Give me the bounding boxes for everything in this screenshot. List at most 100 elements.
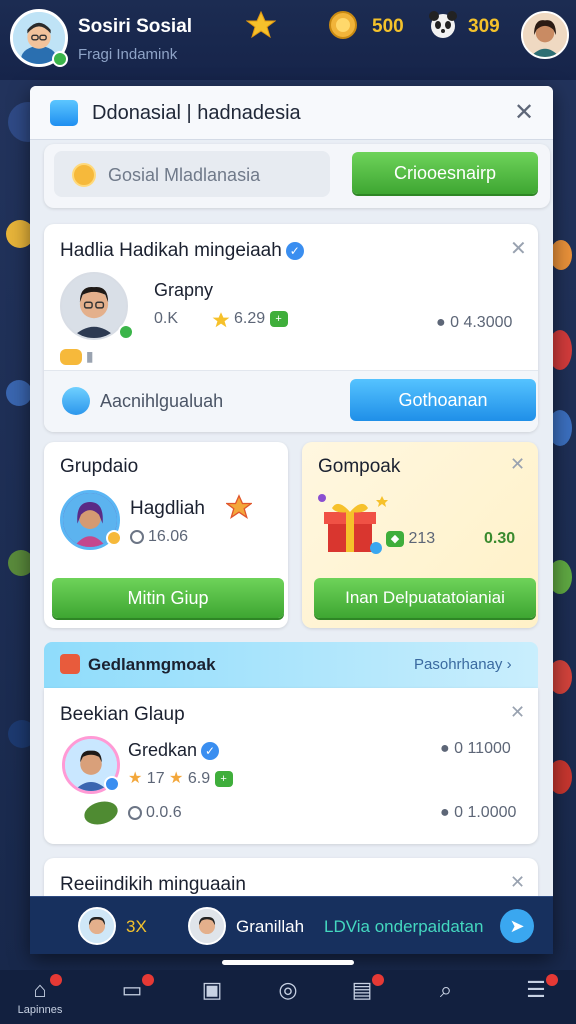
post-action-button[interactable]: Gothoanan — [350, 379, 536, 421]
post-title: Hadlia Hadikah mingeiaah ✓ — [60, 240, 304, 262]
emoji-reaction[interactable]: ▮ — [60, 348, 94, 366]
post-footer: Aacnihlgualuah Gothoanan — [44, 370, 538, 432]
section-title: Gedlanmgmoak — [88, 655, 216, 674]
list-item-name: Gredkan ✓ — [128, 740, 220, 761]
post-stat: ● 0 4.3000 — [436, 314, 513, 331]
app-icon — [50, 100, 78, 126]
side-item — [6, 380, 32, 406]
gift-value-1-text: 213 — [408, 530, 436, 547]
star-icon — [212, 312, 230, 328]
clock-icon — [128, 805, 142, 820]
bottom-nav: ⌂ Lapinnes ▭ ▣ ◎ ▤ ⌕ ☰ — [0, 970, 576, 1024]
nav-chat[interactable]: ▭ — [92, 970, 172, 1024]
dismiss-icon[interactable]: ✕ — [510, 702, 525, 723]
dialog-sheet: Ddonasial | hadnadesia ✕ Gosial Mladlana… — [30, 86, 553, 954]
send-icon[interactable]: ➤ — [500, 909, 534, 943]
plus-icon: + — [269, 310, 288, 327]
nav-explore[interactable]: ◎ — [248, 970, 328, 1024]
group-time-value: 16.06 — [148, 528, 189, 545]
star-icon: ★ — [128, 770, 143, 787]
post-author-name: Grapny — [154, 280, 214, 300]
group-card-title: Grupdaio — [60, 456, 139, 477]
post-rating-value: 6.29 — [234, 310, 266, 327]
list-item-rating-value: 6.9 — [187, 770, 211, 787]
star-icon — [226, 494, 252, 519]
list-item-title: Reeiindikih minguaain — [60, 874, 246, 895]
emoji-icon — [60, 349, 82, 366]
nav-gallery[interactable]: ▣ — [172, 970, 252, 1024]
close-icon[interactable]: ✕ — [514, 98, 534, 127]
post-count: 0.K — [154, 310, 179, 327]
compass-icon: ◎ — [278, 977, 298, 1002]
ticker-avatar[interactable] — [78, 907, 116, 945]
section-header: Gedlanmgmoak Pasohrhanay › — [44, 642, 538, 688]
gift-value-2: 0.30 — [484, 530, 516, 547]
online-status-icon — [52, 51, 68, 67]
star-icon[interactable] — [246, 10, 276, 40]
ticker-user: Granillah — [236, 917, 305, 936]
list-item-stat: ● 0 11000 — [440, 740, 511, 757]
dismiss-icon[interactable]: ✕ — [510, 454, 525, 475]
home-indicator — [222, 960, 354, 965]
user-subtitle: Fragi Indamink — [78, 46, 178, 63]
notification-badge — [546, 974, 558, 986]
ticker-count: 3X — [126, 917, 147, 936]
top-bar: Sosiri Sosial Fragi Indamink 500 309 — [0, 0, 576, 80]
list-item-rating: ★ 17 ★ 6.9 + — [128, 768, 233, 788]
gift-value-1: ◆ 213 — [386, 530, 435, 548]
search-icon: ⌕ — [439, 977, 453, 1002]
nav-menu[interactable]: ☰ — [496, 970, 576, 1024]
verified-icon: ✓ — [201, 742, 220, 761]
dialog-title: Ddonasial | hadnadesia — [92, 102, 301, 124]
activity-ticker: 3X Granillah LDVia onderpaidatan ➤ — [30, 896, 553, 954]
post-footer-text: Aacnihlgualuah — [100, 391, 224, 411]
group-time: 16.06 — [130, 528, 188, 546]
list-item-stat: ● 0 1.0000 — [440, 804, 517, 821]
side-item — [550, 240, 572, 270]
group-name: Hagdliah — [130, 498, 205, 519]
post-rating: 6.29 + — [234, 310, 288, 328]
post-card: Hadlia Hadikah mingeiaah ✓ ✕ Grapny 0.K 6… — [44, 224, 538, 432]
nav-search[interactable]: ⌕ — [406, 970, 486, 1024]
calendar-icon — [60, 654, 80, 674]
clock-icon — [130, 529, 144, 544]
search-button[interactable]: Criooesnairp — [352, 152, 538, 194]
nav-notes[interactable]: ▤ — [322, 970, 402, 1024]
dismiss-icon[interactable]: ✕ — [510, 872, 525, 893]
gift-box-icon — [318, 494, 388, 554]
gift-action-button[interactable]: Inan Delpuatatoianiai — [314, 578, 536, 618]
post-title-text: Hadlia Hadikah mingeiaah — [60, 240, 282, 261]
ticker-message: LDVia onderpaidatan — [324, 917, 484, 936]
gallery-icon: ▣ — [201, 977, 223, 1002]
notification-badge — [372, 974, 384, 986]
nav-home-label: Lapinnes — [17, 1004, 63, 1016]
search-input[interactable]: Gosial Mladlanasia — [54, 151, 330, 197]
list-item: Beekian Glaup ✕ Gredkan ✓ ● 0 11000 ★ 17 … — [44, 688, 538, 844]
verified-icon — [104, 776, 120, 792]
gift-card-title: Gompoak — [318, 456, 401, 477]
user-name: Sosiri Sosial — [78, 16, 193, 37]
leaf-icon — [81, 797, 121, 829]
search-input-text: Gosial Mladlanasia — [108, 165, 261, 185]
see-all-link[interactable]: Pasohrhanay › — [414, 656, 512, 673]
coin-balance: 500 — [372, 16, 404, 37]
list-item-time: 0.0.6 — [128, 804, 182, 822]
panda-icon[interactable] — [428, 10, 458, 40]
group-card: Grupdaio Hagdliah 16.06 Mitin Giup — [44, 442, 288, 628]
list-item-time-value: 0.0.6 — [146, 804, 182, 821]
star-icon: ★ — [169, 770, 184, 787]
dialog-header: Ddonasial | hadnadesia ✕ — [30, 86, 553, 140]
gift-card: Gompoak ✕ ◆ 213 0.30 Inan Delpuatatoiani… — [302, 442, 538, 628]
list-item-name-text: Gredkan — [128, 740, 198, 760]
notification-badge — [142, 974, 154, 986]
coin-icon[interactable] — [328, 10, 358, 40]
online-status-icon — [118, 324, 134, 340]
info-icon — [62, 387, 90, 415]
nav-home[interactable]: ⌂ Lapinnes — [0, 970, 80, 1024]
list-item-rating-count: 17 — [146, 770, 165, 787]
profile-avatar[interactable] — [521, 11, 569, 59]
search-icon — [72, 163, 96, 187]
dismiss-icon[interactable]: ✕ — [510, 236, 527, 261]
ticker-avatar[interactable] — [188, 907, 226, 945]
join-group-button[interactable]: Mitin Giup — [52, 578, 284, 618]
